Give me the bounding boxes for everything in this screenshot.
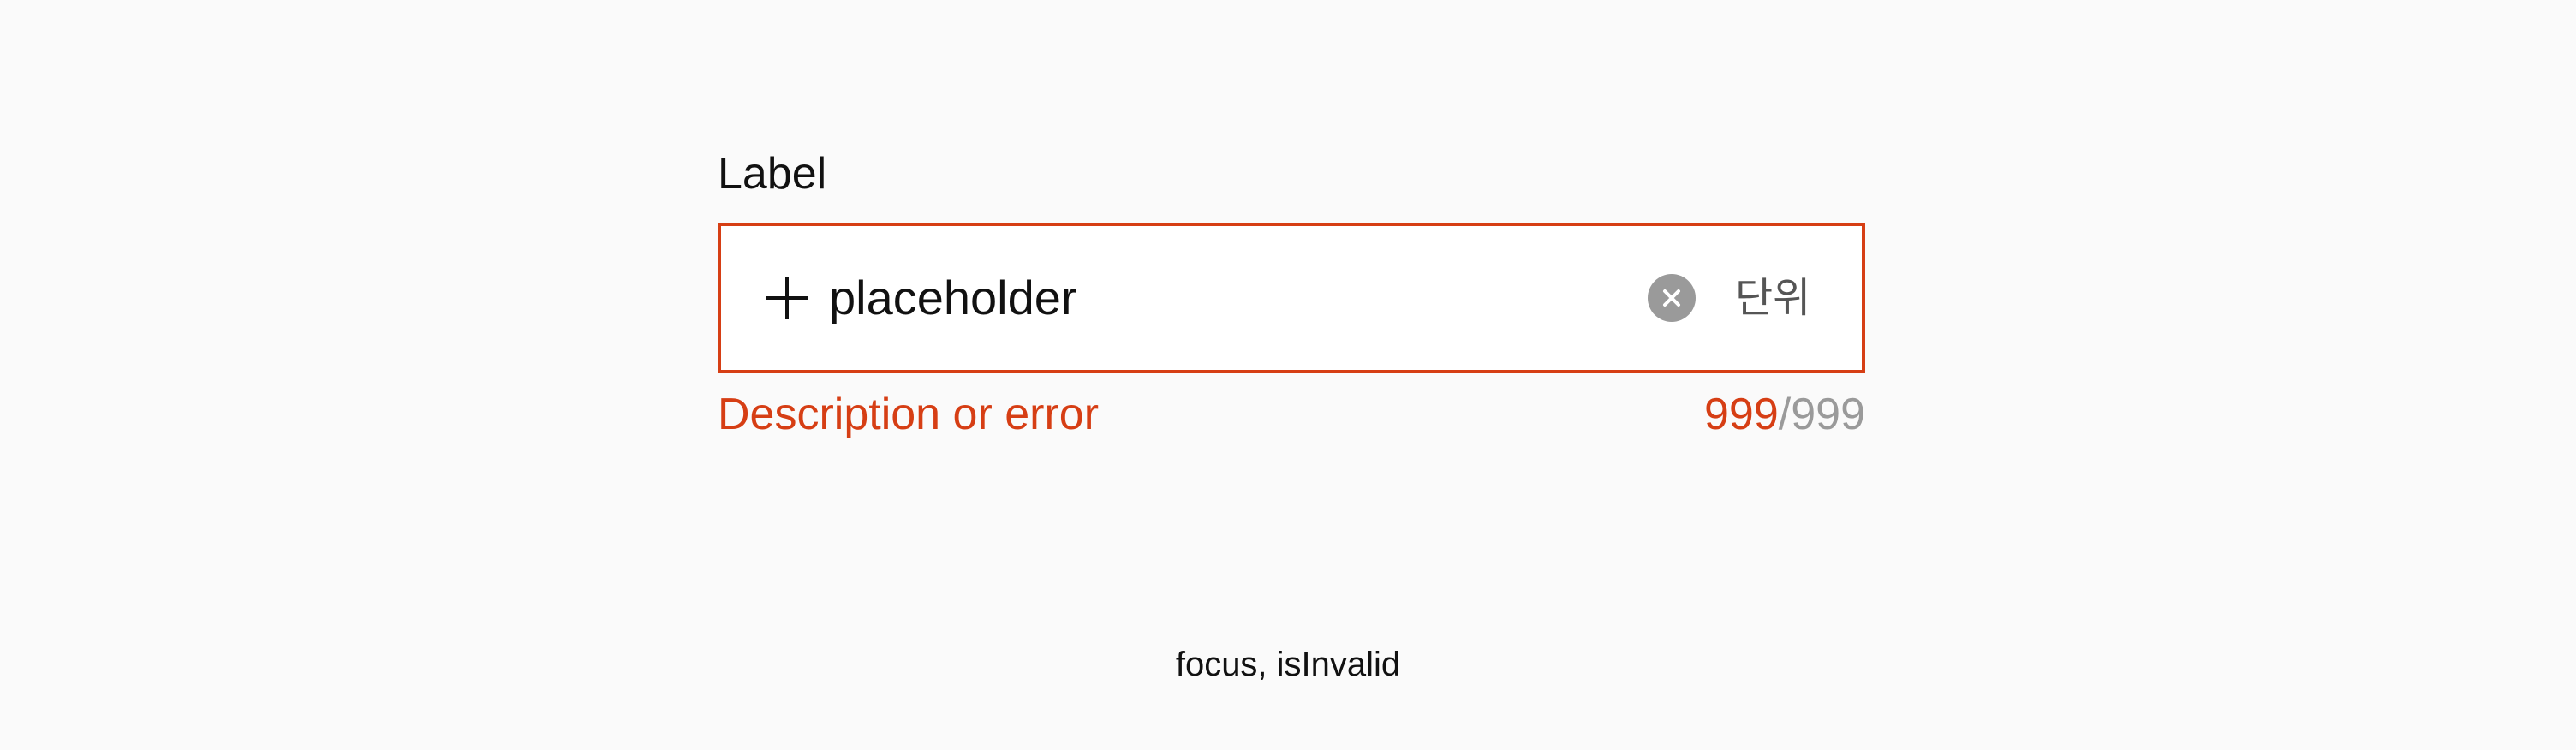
text-input[interactable]: [829, 265, 1480, 330]
unit-label: 단위: [1735, 274, 1811, 322]
field-label: Label: [718, 149, 827, 199]
character-counter: 999/999: [1704, 387, 1865, 442]
counter-separator: /: [1778, 390, 1792, 439]
state-caption: focus, isInvalid: [1175, 646, 1401, 683]
clear-button[interactable]: [1648, 274, 1696, 322]
counter-current: 999: [1704, 390, 1779, 439]
counter-max: 999: [1791, 390, 1865, 439]
text-input-container[interactable]: 단위: [718, 223, 1865, 373]
description-error-text: Description or error: [718, 390, 1100, 439]
close-icon: [1663, 289, 1680, 307]
plus-icon: [766, 277, 808, 319]
